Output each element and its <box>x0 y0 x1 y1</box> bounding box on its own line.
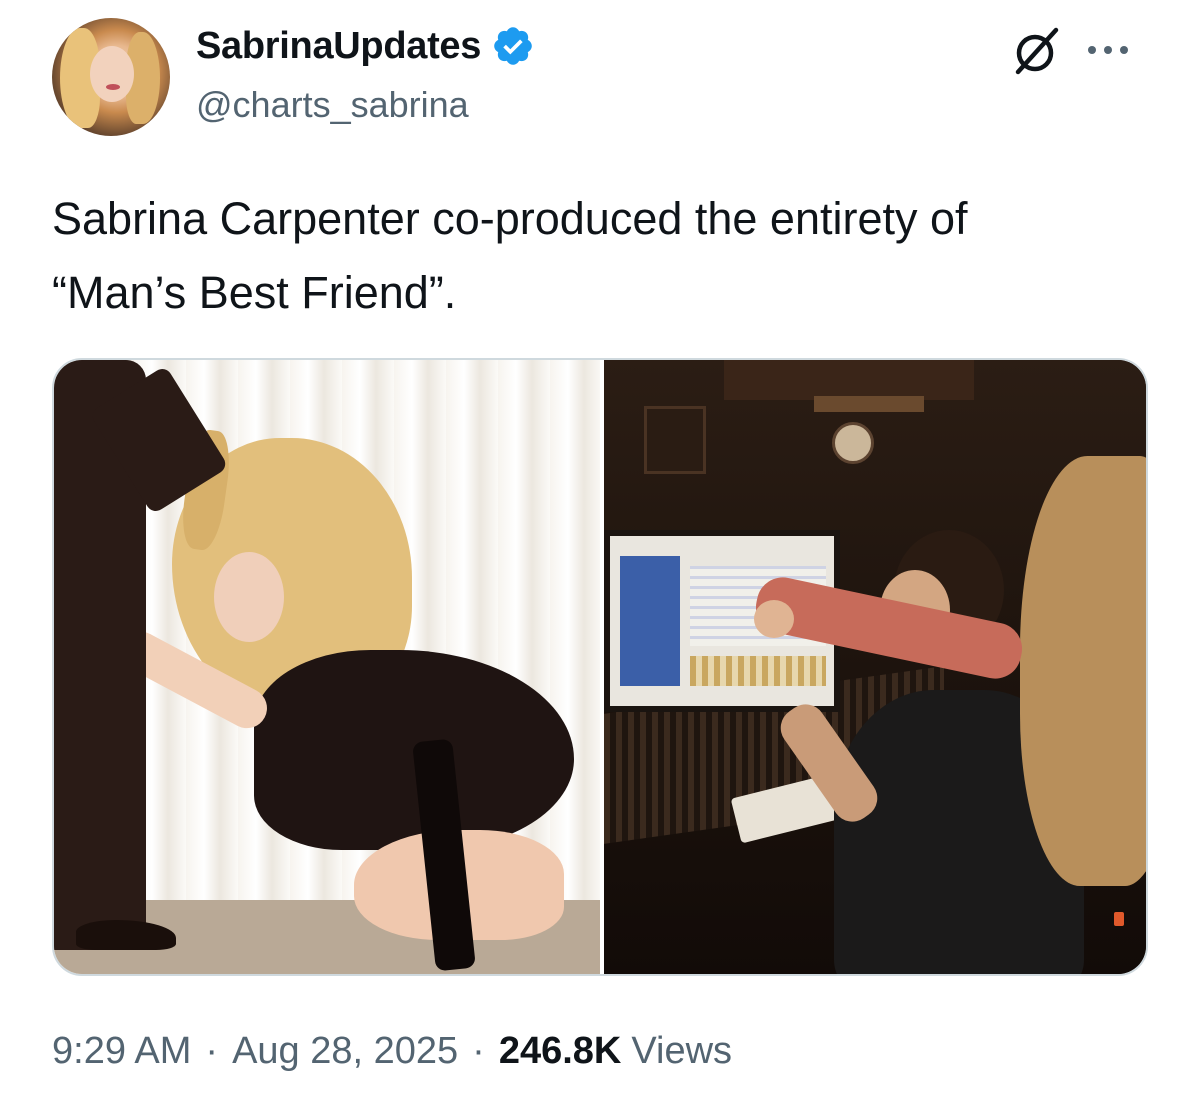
meta-separator: · <box>472 1030 485 1072</box>
media-photo-right[interactable] <box>604 360 1146 974</box>
meta-separator: · <box>205 1030 219 1072</box>
views-count: 246.8K <box>498 1030 622 1072</box>
tweet-date[interactable]: Aug 28, 2025 <box>232 1030 458 1073</box>
author-display-name[interactable]: SabrinaUpdates <box>196 25 481 68</box>
media-photo-left[interactable] <box>54 360 600 974</box>
tweet-text-line: Sabrina Carpenter co-produced the entire… <box>52 193 968 244</box>
author-handle[interactable]: @charts_sabrina <box>196 84 469 126</box>
views-label: Views <box>631 1030 733 1072</box>
media-grid <box>52 358 1148 976</box>
tweet-time[interactable]: 9:29 AM <box>52 1030 191 1073</box>
more-options-icon[interactable] <box>1088 40 1144 60</box>
tweet-text-line: “Man’s Best Friend”. <box>52 267 457 318</box>
grok-icon[interactable] <box>1010 24 1064 78</box>
verified-badge-icon <box>494 27 532 65</box>
tweet-text: Sabrina Carpenter co-produced the entire… <box>52 182 1152 330</box>
avatar[interactable] <box>52 18 170 136</box>
tweet: SabrinaUpdates @charts_sabrina Sabrina C… <box>0 0 1200 1096</box>
author-name-row: SabrinaUpdates <box>196 24 535 68</box>
tweet-meta: 9:29 AM · Aug 28, 2025 · 246.8K Views <box>52 1030 732 1073</box>
